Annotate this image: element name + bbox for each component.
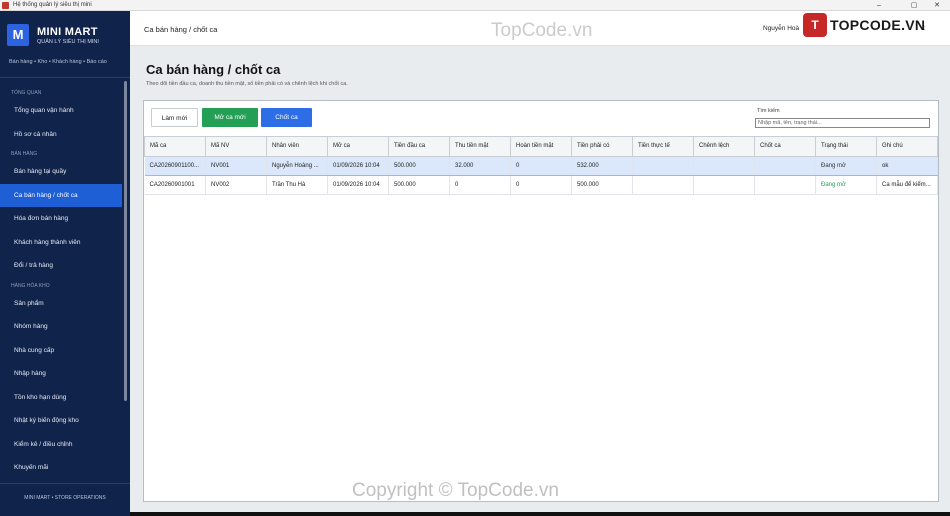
cell-actual-cash: [632, 156, 694, 176]
sidebar-divider: [0, 77, 130, 78]
sidebar-item-suppliers[interactable]: Nhà cung cấp: [0, 339, 122, 363]
sidebar-item-imports[interactable]: Nhập hàng: [0, 362, 122, 386]
page-description: Theo dõi tiền đầu ca, doanh thu tiền mặt…: [146, 81, 348, 87]
cell-employee-name: Nguyễn Hoàng ...: [266, 156, 328, 176]
column-header[interactable]: Thu tiền mặt: [449, 136, 511, 157]
cell-opening-cash: 500.000: [388, 156, 450, 176]
watermark-copyright: Copyright © TopCode.vn: [352, 480, 559, 501]
cell-expected-cash: 500.000: [571, 175, 633, 195]
minimize-button[interactable]: –: [868, 0, 890, 11]
cell-shift-id: CA20260901100...: [144, 156, 206, 176]
cell-status: Đang mở: [815, 156, 877, 176]
column-header[interactable]: Ghi chú: [876, 136, 938, 157]
sidebar-scrollbar[interactable]: [124, 81, 127, 401]
sidebar-item-profile[interactable]: Hồ sơ cá nhân: [0, 123, 122, 147]
open-shift-button[interactable]: Mở ca mới: [202, 108, 258, 127]
sidebar-footer: MINI MART • STORE OPERATIONS: [0, 483, 130, 516]
header-page-title: Ca bán hàng / chốt ca: [144, 25, 218, 34]
sidebar-item-promotions[interactable]: Khuyến mãi: [0, 456, 122, 480]
column-header[interactable]: Chênh lệch: [693, 136, 755, 157]
sidebar-item-products[interactable]: Sản phẩm: [0, 292, 122, 316]
column-header[interactable]: Mở ca: [327, 136, 389, 157]
sidebar-item-operations-overview[interactable]: Tổng quan vận hành: [0, 99, 122, 123]
cell-cash-refunded: 0: [510, 156, 572, 176]
brand: M MINI MART QUẢN LÝ SIÊU THỊ MINI: [7, 24, 99, 46]
app-icon: [2, 1, 9, 9]
search-label: Tìm kiếm: [757, 108, 780, 114]
sidebar-item-members[interactable]: Khách hàng thành viên: [0, 231, 122, 255]
sidebar-item-stock[interactable]: Tồn kho hạn dùng: [0, 386, 122, 410]
table-row[interactable]: CA20260901100... NV001 Nguyễn Hoàng ... …: [144, 156, 938, 176]
brand-logo: M: [7, 24, 29, 46]
refresh-button[interactable]: Làm mới: [151, 108, 198, 127]
brand-name: MINI MART: [37, 26, 98, 38]
maximize-button[interactable]: ▢: [903, 0, 925, 11]
table-row[interactable]: CA20260901001 NV002 Trần Thu Hà 01/09/20…: [144, 175, 938, 195]
column-header[interactable]: Nhân viên: [266, 136, 328, 157]
cell-employee-name: Trần Thu Hà: [266, 175, 328, 195]
column-header[interactable]: Tiền đầu ca: [388, 136, 450, 157]
cell-closed-at: [754, 156, 816, 176]
cell-actual-cash: [632, 175, 694, 195]
sidebar-item-stocktake[interactable]: Kiểm kê / điều chỉnh: [0, 433, 122, 457]
column-header[interactable]: Hoàn tiền mặt: [510, 136, 572, 157]
watermark-logo-badge: T: [803, 13, 827, 37]
nav-section-overview: TỔNG QUAN: [11, 90, 42, 96]
page-title: Ca bán hàng / chốt ca: [146, 62, 281, 77]
column-header[interactable]: Tiền phải có: [571, 136, 633, 157]
cell-employee-id: NV002: [205, 175, 267, 195]
column-header[interactable]: Chốt ca: [754, 136, 816, 157]
cell-cash-refunded: 0: [510, 175, 572, 195]
user-name: Nguyễn Hoà: [763, 25, 800, 32]
cell-opened-at: 01/09/2026 10:04: [327, 156, 389, 176]
watermark-top: TopCode.vn: [491, 20, 593, 41]
cell-status: Đang mở: [815, 175, 877, 195]
cell-difference: [693, 175, 755, 195]
cell-cash-received: 32.000: [449, 156, 511, 176]
close-window-button[interactable]: ✕: [926, 0, 948, 11]
cell-employee-id: NV001: [205, 156, 267, 176]
sidebar-item-invoices[interactable]: Hóa đơn bán hàng: [0, 207, 122, 231]
cell-note: Ca mẫu để kiểm...: [876, 175, 938, 195]
cell-expected-cash: 532.000: [571, 156, 633, 176]
window-title: Hệ thống quản lý siêu thị mini: [13, 2, 92, 8]
sidebar-item-categories[interactable]: Nhóm hàng: [0, 315, 122, 339]
watermark-logo-text: TOPCODE.VN: [830, 17, 926, 33]
column-header[interactable]: Trạng thái: [815, 136, 877, 157]
cell-difference: [693, 156, 755, 176]
bottom-bar: [130, 512, 950, 516]
cell-closed-at: [754, 175, 816, 195]
nav-section-inventory: HÀNG HÓA KHO: [11, 282, 50, 289]
sidebar-item-returns[interactable]: Đổi / trả hàng: [0, 254, 122, 278]
watermark-logo: T TOPCODE.VN: [803, 13, 925, 37]
sidebar-nav: TỔNG QUAN Tổng quan vận hành Hồ sơ cá nh…: [0, 85, 122, 480]
window-titlebar: Hệ thống quản lý siêu thị mini – ▢ ✕: [0, 0, 950, 11]
column-header[interactable]: Mã NV: [205, 136, 267, 157]
column-header[interactable]: Mã ca: [144, 136, 206, 157]
cell-opened-at: 01/09/2026 10:04: [327, 175, 389, 195]
column-header[interactable]: Tiền thực tế: [632, 136, 694, 157]
close-shift-button[interactable]: Chốt ca: [261, 108, 312, 127]
nav-section-sales: BÁN HÀNG: [11, 151, 38, 157]
sidebar-item-pos[interactable]: Bán hàng tại quầy: [0, 160, 122, 184]
search-input[interactable]: Nhập mã, tên, trạng thái...: [755, 118, 930, 128]
cell-note: ok: [876, 156, 938, 176]
sidebar-modules: Bán hàng • Kho • Khách hàng • Báo cáo: [9, 59, 107, 65]
sidebar: M MINI MART QUẢN LÝ SIÊU THỊ MINI Bán hà…: [0, 11, 130, 516]
cell-opening-cash: 500.000: [388, 175, 450, 195]
cell-cash-received: 0: [449, 175, 511, 195]
brand-subtitle: QUẢN LÝ SIÊU THỊ MINI: [37, 39, 99, 45]
cell-shift-id: CA20260901001: [144, 175, 206, 195]
table-header-row: Mã ca Mã NV Nhân viên Mở ca Tiền đầu ca …: [144, 136, 938, 157]
sidebar-item-stock-log[interactable]: Nhật ký biến động kho: [0, 409, 122, 433]
shifts-table: Mã ca Mã NV Nhân viên Mở ca Tiền đầu ca …: [144, 136, 938, 195]
sidebar-item-shifts[interactable]: Ca bán hàng / chốt ca: [0, 183, 122, 207]
